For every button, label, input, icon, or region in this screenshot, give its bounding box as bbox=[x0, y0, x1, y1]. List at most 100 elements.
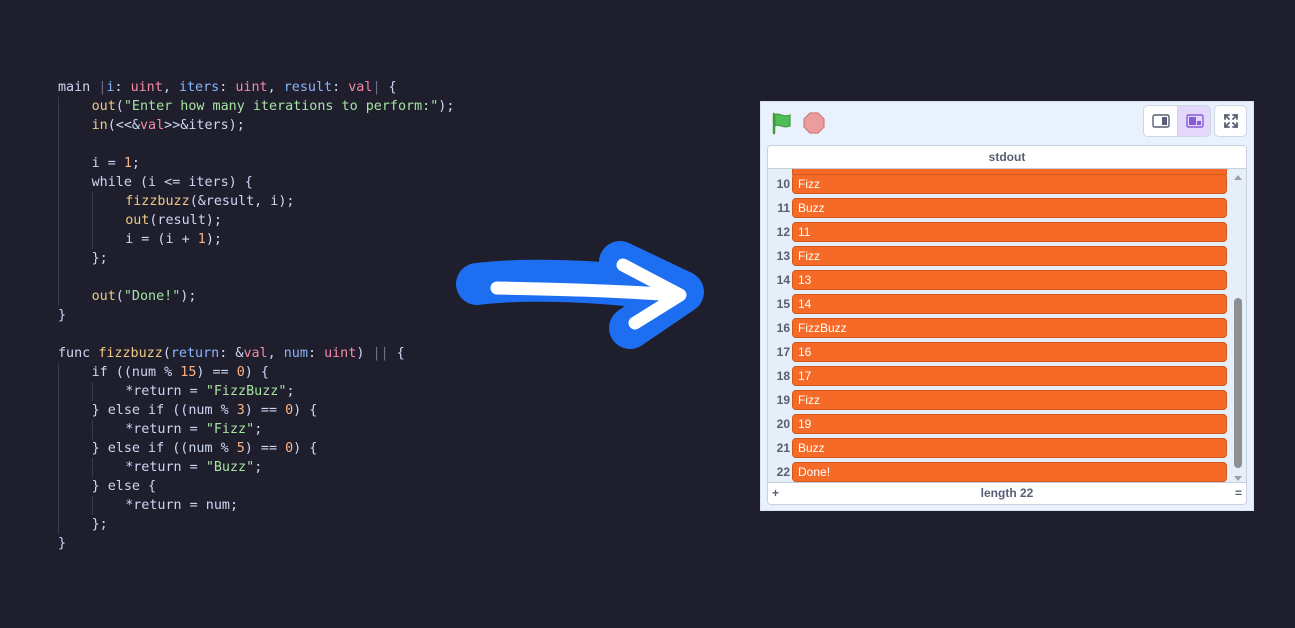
indent-guide bbox=[58, 154, 92, 173]
list-item-value[interactable]: FizzBuzz bbox=[792, 318, 1227, 338]
code-token: uint bbox=[130, 80, 163, 95]
indent-guide bbox=[58, 515, 92, 534]
code-token: "Buzz" bbox=[205, 460, 255, 475]
scrollbar-thumb[interactable] bbox=[1234, 298, 1242, 468]
list-item[interactable]: 20 19 bbox=[768, 412, 1234, 436]
list-item[interactable]: 19 Fizz bbox=[768, 388, 1234, 412]
code-token: "Fizz" bbox=[205, 422, 255, 437]
list-item[interactable]: 14 13 bbox=[768, 268, 1234, 292]
code-token: : bbox=[114, 80, 131, 95]
indent-guide bbox=[58, 192, 92, 211]
normal-stage-icon[interactable] bbox=[1178, 106, 1210, 136]
list-item-value[interactable]: 17 bbox=[792, 366, 1227, 386]
code-token: : bbox=[219, 80, 236, 95]
list-item-value[interactable]: 13 bbox=[792, 270, 1227, 290]
list-item-index: 19 bbox=[776, 393, 790, 407]
list-item-index: 21 bbox=[776, 441, 790, 455]
list-item-value[interactable]: 16 bbox=[792, 342, 1227, 362]
scroll-down-icon[interactable] bbox=[1234, 476, 1242, 481]
code-token: (result); bbox=[149, 213, 222, 228]
code-line: out("Done!"); bbox=[58, 287, 454, 306]
list-item-index: 13 bbox=[776, 249, 790, 263]
green-flag-icon[interactable] bbox=[770, 111, 794, 135]
code-line: *return = "FizzBuzz"; bbox=[58, 382, 454, 401]
fullscreen-icon[interactable] bbox=[1214, 105, 1247, 137]
arrow-icon bbox=[456, 241, 704, 349]
code-token: return bbox=[170, 346, 220, 361]
code-token: : & bbox=[219, 346, 244, 361]
small-stage-icon[interactable] bbox=[1144, 106, 1178, 136]
list-item-value[interactable]: 14 bbox=[792, 294, 1227, 314]
list-item[interactable]: 15 14 bbox=[768, 292, 1234, 316]
code-token: ) { bbox=[293, 441, 318, 456]
code-token: } bbox=[58, 308, 67, 323]
indent-guide bbox=[58, 97, 92, 116]
code-token: in bbox=[91, 118, 108, 133]
list-item-index: 12 bbox=[776, 225, 790, 239]
stage-panel: stdout 10 Fizz 11 Buzz 12 11 13 Fizz 14 13 15 14 16 F… bbox=[760, 101, 1254, 511]
scroll-up-icon[interactable] bbox=[1234, 175, 1242, 180]
code-line: i = 1; bbox=[58, 154, 454, 173]
code-token: *return = bbox=[125, 460, 206, 475]
indent-guide bbox=[58, 439, 92, 458]
stop-icon[interactable] bbox=[802, 111, 826, 135]
code-token: func bbox=[58, 346, 99, 361]
scrollbar[interactable] bbox=[1233, 171, 1244, 481]
resize-handle[interactable]: = bbox=[1235, 483, 1242, 504]
code-token: uint bbox=[235, 80, 268, 95]
list-item[interactable]: 10 Fizz bbox=[768, 172, 1234, 196]
list-item[interactable]: 21 Buzz bbox=[768, 436, 1234, 460]
code-token: ; bbox=[254, 422, 263, 437]
code-token: val bbox=[139, 118, 165, 133]
list-item-value[interactable]: 19 bbox=[792, 414, 1227, 434]
list-item[interactable]: 11 Buzz bbox=[768, 196, 1234, 220]
code-editor[interactable]: main |i: uint, iters: uint, result: val|… bbox=[58, 78, 454, 553]
list-item[interactable]: 13 Fizz bbox=[768, 244, 1234, 268]
code-line: } else { bbox=[58, 477, 454, 496]
indent-guide bbox=[91, 230, 126, 249]
code-token: out bbox=[91, 289, 116, 304]
list-item[interactable]: 16 FizzBuzz bbox=[768, 316, 1234, 340]
code-token: >>&iters); bbox=[164, 118, 245, 133]
list-item-value[interactable]: Fizz bbox=[792, 246, 1227, 266]
list-item[interactable]: 17 16 bbox=[768, 340, 1234, 364]
code-line: }; bbox=[58, 249, 454, 268]
code-token: ) == bbox=[244, 403, 286, 418]
list-item-value[interactable]: Fizz bbox=[792, 174, 1227, 194]
code-token: || bbox=[372, 346, 389, 361]
indent-guide bbox=[91, 211, 126, 230]
code-token: "Done!" bbox=[123, 289, 181, 304]
list-item-value[interactable]: Done! bbox=[792, 462, 1227, 482]
code-line: } else if ((num % 5) == 0) { bbox=[58, 439, 454, 458]
code-line: } bbox=[58, 306, 454, 325]
code-token: ) == bbox=[244, 441, 286, 456]
code-line: *return = num; bbox=[58, 496, 454, 515]
list-item[interactable]: 22 Done! bbox=[768, 460, 1234, 483]
list-title: stdout bbox=[768, 146, 1246, 169]
list-item[interactable]: 18 17 bbox=[768, 364, 1234, 388]
indent-guide bbox=[58, 211, 92, 230]
code-token: *return = bbox=[125, 384, 206, 399]
code-line: main |i: uint, iters: uint, result: val|… bbox=[58, 78, 454, 97]
code-token: : bbox=[307, 346, 325, 361]
code-token: while (i <= iters) { bbox=[91, 175, 253, 190]
list-items[interactable]: 10 Fizz 11 Buzz 12 11 13 Fizz 14 13 15 14 16 FizzBuzz… bbox=[768, 169, 1234, 483]
code-token: ) { bbox=[244, 365, 269, 380]
stage-toolbar bbox=[761, 102, 1253, 142]
list-item-index: 15 bbox=[776, 297, 790, 311]
code-token: (<<& bbox=[107, 118, 140, 133]
list-item-value[interactable]: Buzz bbox=[792, 198, 1227, 218]
code-token: if ((num % bbox=[91, 365, 181, 380]
code-token: 1 bbox=[197, 232, 206, 247]
indent-guide bbox=[91, 496, 126, 515]
code-line: out("Enter how many iterations to perfor… bbox=[58, 97, 454, 116]
list-item-value[interactable]: Buzz bbox=[792, 438, 1227, 458]
list-item-index: 20 bbox=[776, 417, 790, 431]
code-token: ; bbox=[254, 460, 263, 475]
list-item-value[interactable]: Fizz bbox=[792, 390, 1227, 410]
list-item-value[interactable]: 11 bbox=[792, 222, 1227, 242]
code-token: 5 bbox=[236, 441, 245, 456]
list-item-index: 17 bbox=[776, 345, 790, 359]
code-line: } bbox=[58, 534, 454, 553]
list-item[interactable]: 12 11 bbox=[768, 220, 1234, 244]
